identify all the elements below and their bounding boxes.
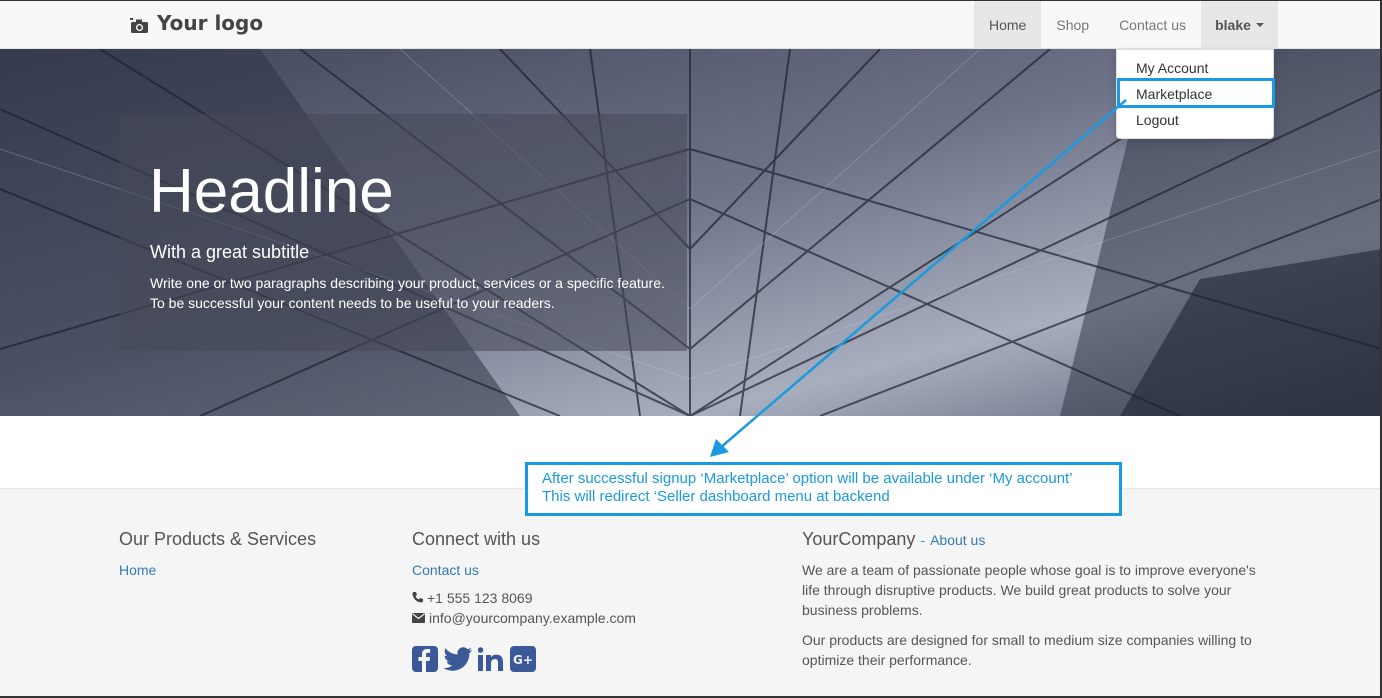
footer-company-paragraph: We are a team of passionate people whose… <box>802 560 1256 620</box>
footer-home-link[interactable]: Home <box>119 562 316 578</box>
email-address: info@yourcompany.example.com <box>429 610 636 626</box>
paragraph-line: Our products are designed for small to m… <box>802 632 1252 648</box>
footer-contact-link[interactable]: Contact us <box>412 562 636 578</box>
main-nav: Home Shop Contact us blake <box>974 0 1278 49</box>
footer-email: info@yourcompany.example.com <box>412 608 636 628</box>
annotation-line: This will redirect ‘Seller dashboard men… <box>542 488 890 505</box>
hero-subtitle: With a great subtitle <box>150 242 310 262</box>
user-name: blake <box>1215 16 1251 33</box>
annotation-note: After successful signup ‘Marketplace’ op… <box>525 462 1122 516</box>
marketplace-highlight-box <box>1117 78 1275 108</box>
nav-contact-us[interactable]: Contact us <box>1104 0 1201 49</box>
footer-company-heading-row: YourCompany - About us <box>802 529 1256 550</box>
linkedin-icon[interactable] <box>477 647 504 676</box>
hero-paragraph-line: To be successful your content needs to b… <box>150 295 555 311</box>
phone-icon <box>412 588 423 608</box>
heading-separator: - <box>920 532 926 548</box>
top-navbar: Your logo Home Shop Contact us blake <box>0 0 1382 49</box>
user-menu-toggle[interactable]: blake <box>1201 0 1278 49</box>
logo-text: Your logo <box>157 11 264 35</box>
paragraph-line: life through disruptive products. We bui… <box>802 582 1232 598</box>
hero-paragraph: Write one or two paragraphs describing y… <box>150 273 670 313</box>
camera-icon <box>130 15 149 33</box>
footer-company-paragraph: Our products are designed for small to m… <box>802 630 1256 670</box>
hero-headline: Headline <box>149 157 394 226</box>
menu-item-logout[interactable]: Logout <box>1117 107 1273 133</box>
twitter-icon[interactable] <box>443 647 472 676</box>
phone-number: +1 555 123 8069 <box>427 590 533 606</box>
footer-connect-column: Connect with us Contact us +1 555 123 80… <box>412 529 636 677</box>
footer-company-column: YourCompany - About us We are a team of … <box>802 529 1256 670</box>
caret-down-icon <box>1255 22 1264 27</box>
annotation-line: After successful signup ‘Marketplace’ op… <box>542 470 1073 487</box>
paragraph-line: optimize their performance. <box>802 652 972 668</box>
footer-products-column: Our Products & Services Home <box>119 529 316 578</box>
paragraph-line: We are a team of passionate people whose… <box>802 562 1256 578</box>
site-logo[interactable]: Your logo <box>130 11 263 35</box>
footer-about-us-link[interactable]: About us <box>930 532 985 548</box>
svg-text:G+: G+ <box>513 653 533 667</box>
footer-connect-heading: Connect with us <box>412 529 541 549</box>
facebook-icon[interactable] <box>412 646 438 677</box>
nav-shop[interactable]: Shop <box>1041 0 1104 49</box>
social-links: G+ <box>412 646 636 677</box>
nav-home[interactable]: Home <box>974 0 1042 49</box>
footer-phone: +1 555 123 8069 <box>412 588 636 608</box>
paragraph-line: business problems. <box>802 602 923 618</box>
footer-products-heading: Our Products & Services <box>119 529 317 549</box>
footer-company-heading: YourCompany <box>802 529 916 549</box>
hero-paragraph-line: Write one or two paragraphs describing y… <box>150 275 665 291</box>
google-plus-icon[interactable]: G+ <box>510 646 536 677</box>
site-footer: Our Products & Services Home Connect wit… <box>0 488 1382 698</box>
envelope-icon <box>412 608 425 628</box>
hero-text-panel <box>119 114 687 351</box>
